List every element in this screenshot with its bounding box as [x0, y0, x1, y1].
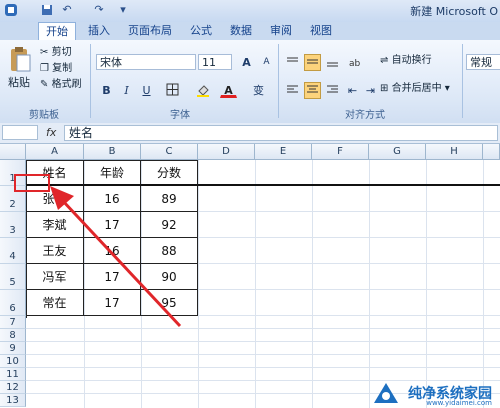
copy-button[interactable]: ❐ 复制 [40, 62, 72, 76]
watermark-url: www.yidaimei.com [426, 399, 492, 407]
name-box[interactable] [2, 125, 38, 140]
format-painter-button[interactable]: ✎ 格式刷 [40, 78, 82, 92]
shrink-font-button[interactable]: A [258, 54, 275, 71]
number-format-select[interactable]: 常规 [466, 54, 500, 70]
align-bottom-icon[interactable] [324, 54, 341, 71]
increase-indent-icon[interactable]: ⇥ [362, 82, 379, 99]
wrap-text-icon: ⇌ [380, 55, 389, 66]
annotation-arrow [50, 186, 182, 328]
align-middle-icon[interactable] [304, 54, 321, 71]
window-title: 新建 Microsoft O [410, 5, 498, 18]
grow-font-button[interactable]: A [238, 54, 255, 71]
dropdown-icon[interactable]: ▾ [116, 3, 130, 17]
wrap-text-label: 自动换行 [391, 55, 432, 66]
app-logo-icon[interactable] [4, 3, 18, 17]
save-icon[interactable] [40, 3, 54, 17]
tab-formulas[interactable]: 公式 [186, 22, 216, 40]
cut-button[interactable]: ✂ 剪切 [40, 46, 72, 60]
paste-button[interactable]: 粘贴 [8, 76, 30, 90]
chevron-down-icon: ▾ [444, 83, 450, 94]
wrap-text-button[interactable]: ⇌ 自动换行 [380, 54, 432, 68]
ribbon-tabs: 开始 插入 页面布局 公式 数据 审阅 视图 [0, 22, 500, 42]
merge-icon: ⊞ [380, 83, 389, 94]
copy-label: 复制 [52, 63, 73, 74]
scissors-icon: ✂ [40, 47, 49, 58]
tab-home[interactable]: 开始 [38, 22, 76, 42]
tab-review[interactable]: 审阅 [266, 22, 296, 40]
underline-button[interactable]: U [138, 82, 155, 99]
align-top-icon[interactable] [284, 54, 301, 71]
bold-button[interactable]: B [98, 82, 115, 99]
borders-icon[interactable] [164, 82, 181, 99]
font-color-button[interactable]: A [220, 82, 237, 98]
tab-view[interactable]: 视图 [306, 22, 336, 40]
merge-center-label: 合并后居中 [391, 83, 442, 94]
merge-center-button[interactable]: ⊞ 合并后居中 ▾ [380, 82, 450, 96]
tab-data[interactable]: 数据 [226, 22, 256, 40]
copy-icon: ❐ [40, 63, 49, 74]
title-bar: ↶ ↷ ▾ 新建 Microsoft O [0, 0, 500, 23]
fx-label[interactable]: fx [46, 126, 56, 139]
fill-color-icon[interactable] [194, 82, 211, 99]
clipboard-group-label: 剪贴板 [29, 110, 59, 121]
separator [278, 44, 279, 118]
font-size-select[interactable]: 11 [198, 54, 232, 70]
formula-input[interactable]: 姓名 [64, 125, 498, 141]
alignment-group-label: 对齐方式 [345, 110, 385, 121]
phonetic-button[interactable]: 变 [250, 82, 267, 99]
spreadsheet-grid[interactable]: A B C D E F G H 1 2 3 4 5 6 7 8 9 10 11 … [0, 144, 500, 408]
svg-text:ab: ab [349, 59, 361, 68]
font-group-label: 字体 [170, 110, 190, 121]
orientation-icon[interactable]: ab [346, 54, 363, 71]
align-right-icon[interactable] [324, 82, 341, 99]
format-painter-label: 格式刷 [51, 79, 82, 90]
separator [462, 44, 463, 118]
paste-icon[interactable] [8, 46, 32, 74]
align-left-icon[interactable] [284, 82, 301, 99]
ribbon: 粘贴 ✂ 剪切 ❐ 复制 ✎ 格式刷 剪贴板 宋体 11 A A B I U A… [0, 40, 500, 124]
watermark-logo-icon [374, 383, 398, 403]
undo-icon[interactable]: ↶ [60, 3, 74, 17]
cut-label: 剪切 [51, 47, 72, 58]
italic-button[interactable]: I [118, 82, 135, 99]
decrease-indent-icon[interactable]: ⇤ [344, 82, 361, 99]
separator [90, 44, 91, 118]
redo-icon[interactable]: ↷ [92, 3, 106, 17]
font-name-select[interactable]: 宋体 [96, 54, 196, 70]
tab-page-layout[interactable]: 页面布局 [124, 22, 176, 40]
formula-bar: fx 姓名 [0, 123, 500, 144]
brush-icon: ✎ [40, 79, 49, 90]
align-center-icon[interactable] [304, 82, 321, 99]
tab-insert[interactable]: 插入 [84, 22, 114, 40]
